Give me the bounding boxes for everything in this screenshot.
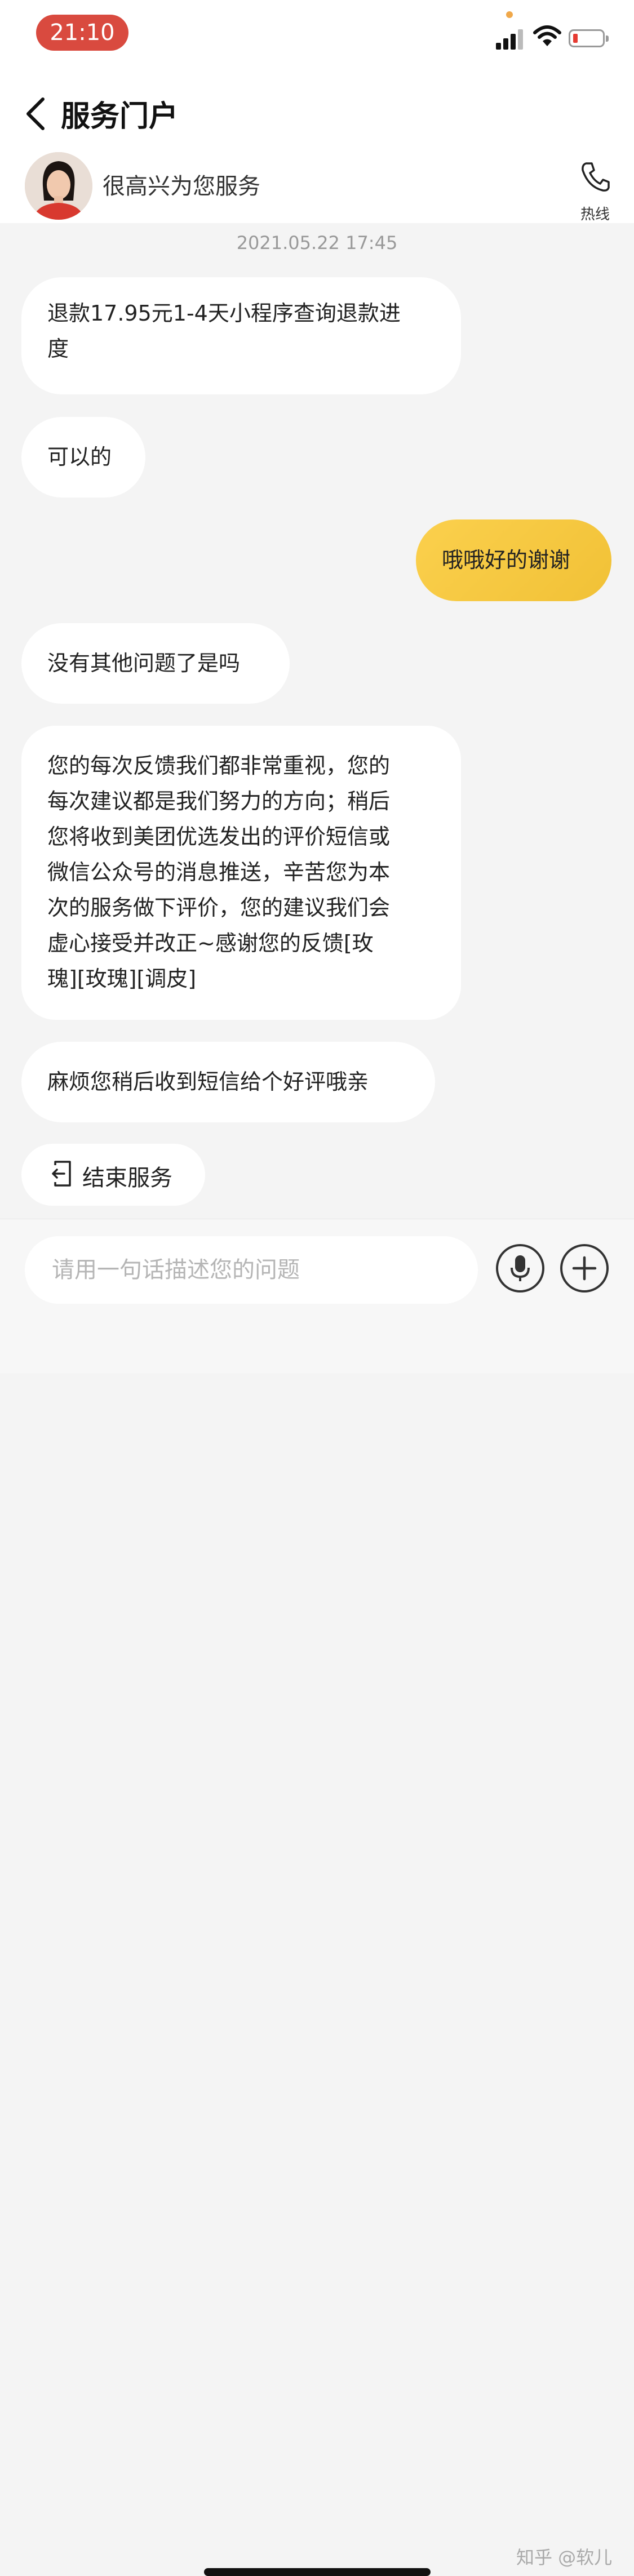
- message-line: 可以的: [47, 445, 112, 469]
- end-service-label: 结束服务: [82, 1165, 172, 1191]
- message-line: 每次建议都是我们努力的方向；稍后: [47, 789, 391, 814]
- agent-header: 很高兴为您服务 热线: [0, 152, 634, 223]
- message-line: 次的服务做下评价，您的建议我们会: [47, 895, 391, 920]
- watermark: 知乎 @软儿: [516, 2547, 613, 2568]
- voice-button[interactable]: [496, 1244, 544, 1293]
- exit-icon: [52, 1161, 71, 1187]
- microphone-icon: [511, 1255, 530, 1281]
- message-input[interactable]: 请用一句话描述您的问题: [25, 1236, 478, 1304]
- home-indicator[interactable]: [204, 2568, 431, 2576]
- message-line: 没有其他问题了是吗: [47, 651, 241, 676]
- composer-bar: 请用一句话描述您的问题 知乎 @软儿: [0, 1219, 634, 2576]
- chat-timestamp: 2021.05.22 17:45: [236, 232, 398, 254]
- agent-greeting: 很高兴为您服务: [103, 174, 260, 199]
- message-bubble-agent: 您的每次反馈我们都非常重视，您的 每次建议都是我们努力的方向；稍后 您将收到美团…: [21, 726, 461, 1020]
- status-bar: 21:10: [0, 0, 634, 68]
- privacy-indicator-dot: [506, 11, 513, 18]
- plus-icon: [572, 1256, 597, 1281]
- message-bubble-agent: 麻烦您稍后收到短信给个好评哦亲: [21, 1042, 435, 1122]
- message-bubble-agent: 没有其他问题了是吗: [21, 623, 290, 704]
- end-service-button[interactable]: 结束服务: [21, 1144, 205, 1206]
- message-bubble-agent: 退款17.95元1-4天小程序查询退款进 度: [21, 277, 461, 394]
- message-line: 虚心接受并改正~感谢您的反馈[玫: [47, 931, 374, 956]
- page-title: 服务门户: [61, 100, 179, 134]
- message-line: 您将收到美团优选发出的评价短信或: [47, 824, 391, 849]
- message-line: 微信公众号的消息推送，辛苦您为本: [47, 860, 391, 885]
- message-line: 瑰][玫瑰][调皮]: [47, 966, 197, 991]
- message-line: 退款17.95元1-4天小程序查询退款进: [47, 301, 401, 326]
- add-button[interactable]: [560, 1244, 609, 1293]
- agent-avatar: [25, 152, 92, 220]
- message-bubble-user: 哦哦好的谢谢: [416, 519, 611, 601]
- hotline-button[interactable]: 热线: [575, 157, 615, 223]
- cellular-signal-icon: [496, 28, 525, 50]
- nav-bar: 服务门户: [0, 68, 634, 152]
- message-bubble-agent: 可以的: [21, 417, 145, 498]
- battery-icon: [569, 29, 609, 47]
- message-line: 哦哦好的谢谢: [442, 548, 571, 572]
- status-time: 21:10: [36, 15, 128, 51]
- message-line: 麻烦您稍后收到短信给个好评哦亲: [47, 1069, 369, 1094]
- message-line: 您的每次反馈我们都非常重视，您的: [47, 753, 391, 778]
- back-arrow-icon[interactable]: [23, 96, 51, 132]
- phone-icon: [582, 162, 610, 192]
- hotline-label: 热线: [580, 206, 610, 223]
- message-line: 度: [47, 336, 69, 361]
- wifi-icon: [533, 25, 561, 46]
